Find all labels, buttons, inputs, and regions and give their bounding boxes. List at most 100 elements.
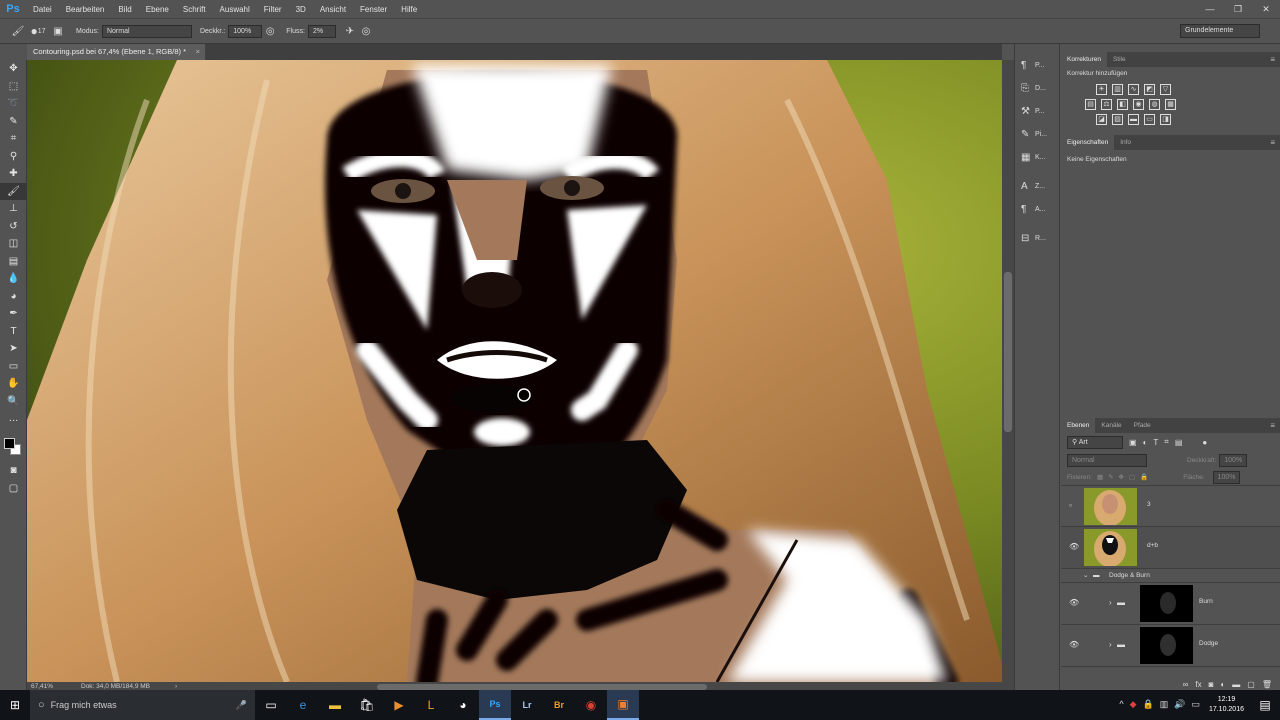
photoshop-taskbar-icon[interactable]: Ps — [479, 690, 511, 720]
tab-eigenschaften[interactable]: Eigenschaften — [1061, 135, 1115, 150]
fx-icon[interactable]: fx — [1195, 680, 1201, 689]
flow-input[interactable]: 2% — [307, 24, 336, 38]
menu-ansicht[interactable]: Ansicht — [313, 5, 353, 14]
selective-color-icon[interactable]: ◨ — [1160, 114, 1171, 125]
filter-type-icon[interactable]: T — [1153, 438, 1158, 447]
tray-chevron-icon[interactable]: ^ — [1119, 699, 1123, 710]
move-tool-icon[interactable]: ✥ — [0, 60, 27, 78]
opacity-input[interactable]: 100% — [228, 24, 263, 38]
vibrance-icon[interactable]: ▽ — [1160, 84, 1171, 95]
layer-opacity-input[interactable]: 100% — [1219, 453, 1248, 467]
more-tools-icon[interactable]: … — [0, 410, 27, 428]
pressure-opacity-icon[interactable]: ◎ — [262, 23, 278, 39]
volume-icon[interactable]: 🔊 — [1174, 699, 1185, 710]
hand-tool-icon[interactable]: ✋ — [0, 375, 27, 393]
tab-pfade[interactable]: Pfade — [1128, 418, 1157, 433]
vertical-scroll-thumb[interactable] — [1004, 272, 1012, 432]
new-group-icon[interactable]: ▬ — [1232, 680, 1240, 689]
lock-move-icon[interactable]: ✥ — [1119, 473, 1124, 481]
tab-kanaele[interactable]: Kanäle — [1095, 418, 1127, 433]
panel-item-clone-source[interactable]: ⎘ D... — [1015, 77, 1059, 100]
lasso-tool-icon[interactable]: ➰ — [0, 95, 27, 113]
filter-toggle-icon[interactable]: ● — [1202, 438, 1207, 447]
edge-icon[interactable]: e — [287, 690, 319, 720]
foreground-color-swatch[interactable] — [4, 438, 15, 449]
clone-stamp-tool-icon[interactable]: ⊥ — [0, 200, 27, 218]
media-player-icon[interactable]: ▶ — [383, 690, 415, 720]
dodge-tool-icon[interactable]: ◕ — [0, 288, 27, 306]
document-canvas[interactable] — [27, 60, 1002, 682]
shape-tool-icon[interactable]: ▭ — [0, 358, 27, 376]
eye-icon[interactable]: 👁 — [1069, 542, 1079, 551]
invert-icon[interactable]: ◪ — [1096, 114, 1107, 125]
panel-item-character[interactable]: A Z... — [1015, 175, 1059, 198]
color-balance-icon[interactable]: ⚖ — [1101, 99, 1112, 110]
zoom-tool-icon[interactable]: 🔍 — [0, 393, 27, 411]
lock-paint-icon[interactable]: ✎ — [1108, 473, 1113, 481]
menu-bild[interactable]: Bild — [111, 5, 138, 14]
type-tool-icon[interactable]: T — [0, 323, 27, 341]
airbrush-icon[interactable]: ✈ — [342, 23, 358, 39]
pen-tool-icon[interactable]: ✒ — [0, 305, 27, 323]
filter-pixel-icon[interactable]: ▣ — [1129, 438, 1137, 447]
menu-hilfe[interactable]: Hilfe — [394, 5, 424, 14]
quick-mask-icon[interactable]: ◙ — [0, 462, 27, 480]
menu-datei[interactable]: Datei — [26, 5, 59, 14]
document-tab[interactable]: Contouring.psd bei 67,4% (Ebene 1, RGB/8… — [27, 44, 205, 60]
gradient-map-icon[interactable]: ▭ — [1144, 114, 1155, 125]
history-brush-tool-icon[interactable]: ↺ — [0, 218, 27, 236]
task-view-icon[interactable]: ▭ — [255, 690, 287, 720]
hue-saturation-icon[interactable]: ▤ — [1085, 99, 1096, 110]
panel-menu-icon[interactable]: ≡ — [1270, 52, 1275, 67]
exposure-icon[interactable]: ◩ — [1144, 84, 1155, 95]
eraser-tool-icon[interactable]: ◫ — [0, 235, 27, 253]
color-swatches[interactable] — [4, 438, 24, 458]
crop-tool-icon[interactable]: ⌗ — [0, 130, 27, 148]
tray-app-icon[interactable]: ◆ — [1130, 699, 1137, 710]
network-icon[interactable]: ▥ — [1160, 699, 1169, 710]
gradient-tool-icon[interactable]: ▤ — [0, 253, 27, 271]
close-icon[interactable]: ✕ — [1252, 0, 1280, 18]
layer-row-burn[interactable]: 👁 › ▬ Burn — [1061, 583, 1280, 625]
menu-filter[interactable]: Filter — [257, 5, 289, 14]
panel-item-brush-presets[interactable]: ✎ Pi... — [1015, 123, 1059, 146]
panel-menu-icon[interactable]: ≡ — [1270, 418, 1275, 433]
layer-row-d-b[interactable]: 👁 d+b — [1061, 527, 1280, 569]
filter-smart-icon[interactable]: ▤ — [1175, 438, 1183, 447]
bridge-taskbar-icon[interactable]: Br — [543, 690, 575, 720]
app-l-icon[interactable]: L — [415, 690, 447, 720]
brush-size-picker[interactable]: ● 17 — [26, 23, 50, 39]
panel-menu-icon[interactable]: ≡ — [1270, 135, 1275, 150]
posterize-icon[interactable]: ▨ — [1112, 114, 1123, 125]
fill-input[interactable]: 100% — [1212, 470, 1241, 484]
panel-item-tool-presets[interactable]: ⚒ P... — [1015, 100, 1059, 123]
brush-tool-icon[interactable]: 🖌 — [0, 182, 27, 200]
lock-transparency-icon[interactable]: ▦ — [1097, 473, 1103, 481]
minimize-icon[interactable]: — — [1196, 0, 1224, 18]
lock-artboard-icon[interactable]: ▢ — [1129, 473, 1135, 481]
keyboard-icon[interactable]: ▭ — [1191, 699, 1200, 710]
group-expand-icon[interactable]: ⌄ — [1083, 569, 1088, 583]
cortana-search-box[interactable]: ○ Frag mich etwas 🎤 — [30, 690, 255, 720]
layer-group-row[interactable]: ⌄ ▬ Dodge & Burn — [1061, 569, 1280, 583]
path-select-tool-icon[interactable]: ➤ — [0, 340, 27, 358]
app-orange-icon[interactable]: ▣ — [607, 690, 639, 720]
pressure-size-icon[interactable]: ◎ — [358, 23, 374, 39]
menu-fenster[interactable]: Fenster — [353, 5, 394, 14]
group-expand-icon[interactable]: › — [1109, 640, 1112, 649]
brightness-icon[interactable]: ☀ — [1096, 84, 1107, 95]
channel-mixer-icon[interactable]: ◍ — [1149, 99, 1160, 110]
brush-panel-toggle-icon[interactable]: ▣ — [50, 23, 66, 39]
marquee-tool-icon[interactable]: ⬚ — [0, 78, 27, 96]
healing-tool-icon[interactable]: ✚ — [0, 165, 27, 183]
notifications-icon[interactable]: ▤ — [1250, 690, 1280, 720]
taskbar-clock[interactable]: 12:19 17.10.2016 — [1209, 695, 1244, 715]
link-layers-icon[interactable]: ∞ — [1183, 680, 1189, 689]
layer-row-dodge[interactable]: 👁 › ▬ Dodge — [1061, 625, 1280, 667]
tab-info[interactable]: Info — [1114, 135, 1137, 150]
trash-icon[interactable]: 🗑 — [1262, 680, 1272, 689]
menu-bearbeiten[interactable]: Bearbeiten — [59, 5, 112, 14]
file-explorer-icon[interactable]: ▬ — [319, 690, 351, 720]
screen-mode-icon[interactable]: ▢ — [0, 480, 27, 498]
microphone-icon[interactable]: 🎤 — [236, 700, 247, 711]
